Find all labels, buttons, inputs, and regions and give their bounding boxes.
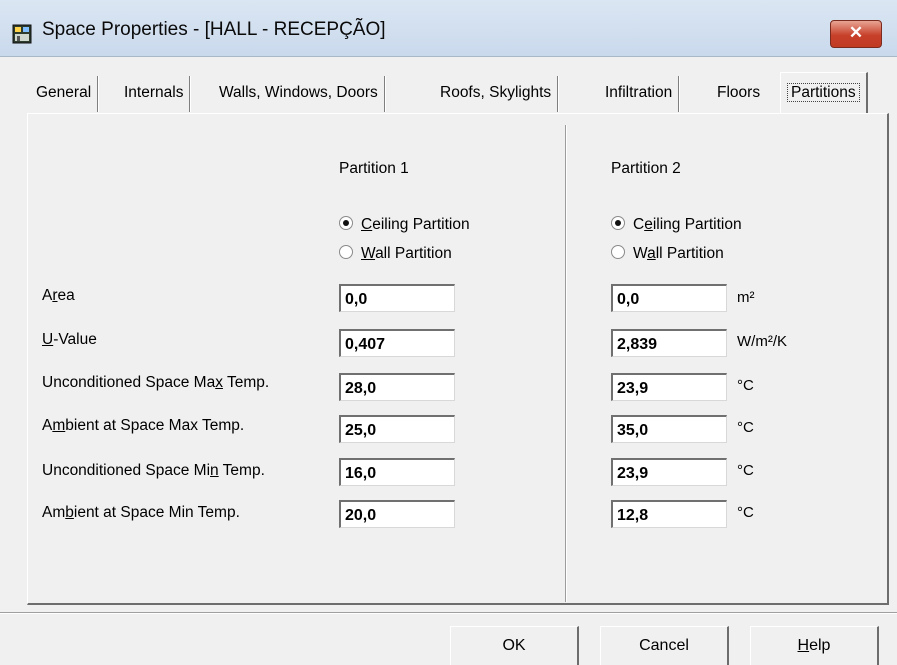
radio-label-key: C xyxy=(361,216,373,233)
tab-walls-windows-doors[interactable]: Walls, Windows, Doors xyxy=(213,76,385,112)
p2-area-field[interactable]: 0,0 xyxy=(611,284,727,312)
label-post: -Value xyxy=(53,331,97,348)
p2-uncond-min-temp-field[interactable]: 23,9 xyxy=(611,458,727,486)
p2-ceiling-partition-radio[interactable]: Ceiling Partition xyxy=(611,216,742,234)
label-pre: Unconditioned Space Ma xyxy=(42,374,216,391)
title-bar[interactable]: Space Properties - [HALL - RECEPÇÃO] ✕ xyxy=(0,0,897,57)
label-key: n xyxy=(210,462,219,479)
radio-checked-icon xyxy=(611,216,625,230)
label-pre: Am xyxy=(42,504,66,521)
p1-uncond-max-temp-field[interactable]: 28,0 xyxy=(339,373,455,401)
radio-label-post: all Partition xyxy=(375,245,452,262)
tab-label: Partitions xyxy=(787,83,860,102)
p1-uncond-min-temp-field[interactable]: 16,0 xyxy=(339,458,455,486)
temp-unit: °C xyxy=(737,504,754,521)
radio-label-pre: W xyxy=(633,245,648,262)
uncond-max-temp-label: Unconditioned Space Max Temp. xyxy=(42,374,269,392)
radio-label-key: e xyxy=(644,216,653,233)
p1-ceiling-partition-radio[interactable]: Ceiling Partition xyxy=(339,216,470,234)
tab-label: Infiltration xyxy=(605,84,673,101)
p2-uncond-max-temp-field[interactable]: 23,9 xyxy=(611,373,727,401)
radio-label-post: eiling Partition xyxy=(372,216,470,233)
ambient-min-temp-label: Ambient at Space Min Temp. xyxy=(42,504,240,522)
tab-label: General xyxy=(36,84,92,101)
help-button[interactable]: Help xyxy=(750,626,879,665)
label-pre: Unconditioned Space Mi xyxy=(42,462,211,479)
label-key: U xyxy=(42,331,54,348)
tab-internals[interactable]: Internals xyxy=(118,76,191,112)
p1-u-value-field[interactable]: 0,407 xyxy=(339,329,455,357)
label-key: m xyxy=(52,417,66,434)
u-value-unit: W/m²/K xyxy=(737,333,787,350)
tab-label: Floors xyxy=(717,84,761,101)
column-divider xyxy=(565,125,567,602)
label-key: x xyxy=(215,374,223,391)
partition-2-header: Partition 2 xyxy=(611,160,681,177)
label-pre: A xyxy=(42,287,53,304)
p1-wall-partition-radio[interactable]: Wall Partition xyxy=(339,245,452,263)
ambient-max-temp-label: Ambient at Space Max Temp. xyxy=(42,417,244,435)
tab-floors[interactable]: Floors xyxy=(711,76,766,112)
tab-label: Walls, Windows, Doors xyxy=(219,84,378,101)
tab-label: Roofs, Skylights xyxy=(440,84,552,101)
area-unit: m² xyxy=(737,289,755,306)
app-icon xyxy=(12,24,32,44)
p2-u-value-field[interactable]: 2,839 xyxy=(611,329,727,357)
radio-unchecked-icon xyxy=(339,245,353,259)
tab-infiltration[interactable]: Infiltration xyxy=(599,76,680,112)
radio-label-post: ll Partition xyxy=(655,245,724,262)
p1-ambient-min-temp-field[interactable]: 20,0 xyxy=(339,500,455,528)
window-title: Space Properties - [HALL - RECEPÇÃO] xyxy=(42,19,386,40)
temp-unit: °C xyxy=(737,462,754,479)
p1-ambient-max-temp-field[interactable]: 25,0 xyxy=(339,415,455,443)
tab-roofs-skylights[interactable]: Roofs, Skylights xyxy=(434,76,559,112)
label-post: ient at Space Min Temp. xyxy=(73,504,240,521)
radio-label-post: iling Partition xyxy=(652,216,742,233)
radio-label-pre: C xyxy=(633,216,645,233)
label-pre: A xyxy=(42,417,53,434)
radio-unchecked-icon xyxy=(611,245,625,259)
tab-general[interactable]: General xyxy=(30,76,99,112)
p2-wall-partition-radio[interactable]: Wall Partition xyxy=(611,245,724,263)
radio-label-key: W xyxy=(361,245,376,262)
ok-button[interactable]: OK xyxy=(450,626,579,665)
tab-label: Internals xyxy=(124,84,184,101)
label-key: b xyxy=(65,504,74,521)
temp-unit: °C xyxy=(737,377,754,394)
radio-label-key: a xyxy=(647,245,656,262)
help-label-key: H xyxy=(797,637,810,654)
p2-ambient-min-temp-field[interactable]: 12,8 xyxy=(611,500,727,528)
label-post: bient at Space Max Temp. xyxy=(65,417,245,434)
radio-checked-icon xyxy=(339,216,353,230)
tab-strip: General Internals Walls, Windows, Doors … xyxy=(0,72,897,113)
area-label: Area xyxy=(42,287,75,305)
close-icon: ✕ xyxy=(848,23,864,42)
partitions-panel xyxy=(27,113,889,605)
label-post: Temp. xyxy=(222,374,270,391)
bottom-divider xyxy=(0,612,897,614)
tab-partitions[interactable]: Partitions xyxy=(780,72,868,113)
p2-ambient-max-temp-field[interactable]: 35,0 xyxy=(611,415,727,443)
temp-unit: °C xyxy=(737,419,754,436)
label-post: ea xyxy=(57,287,75,304)
p1-area-field[interactable]: 0,0 xyxy=(339,284,455,312)
partition-1-header: Partition 1 xyxy=(339,160,409,177)
cancel-button[interactable]: Cancel xyxy=(600,626,729,665)
close-button[interactable]: ✕ xyxy=(830,20,882,48)
u-value-label: U-Value xyxy=(42,331,97,349)
help-label-post: elp xyxy=(809,637,831,654)
uncond-min-temp-label: Unconditioned Space Min Temp. xyxy=(42,462,265,480)
label-post: Temp. xyxy=(218,462,265,479)
